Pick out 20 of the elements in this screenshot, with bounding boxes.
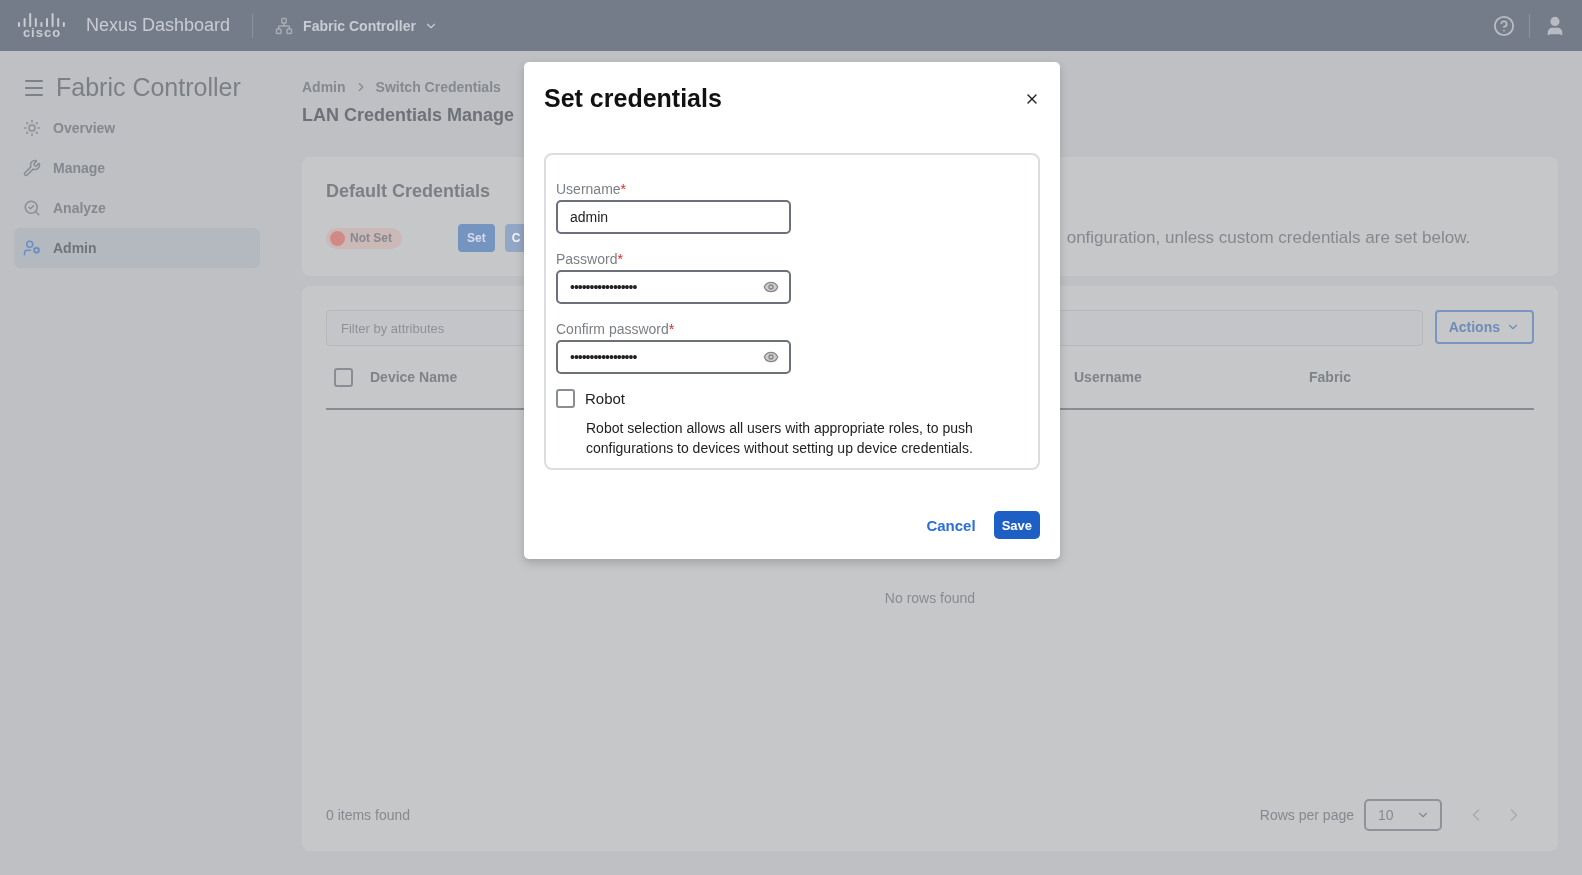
sidebar-title: Fabric Controller bbox=[56, 73, 241, 102]
credentials-description: onfiguration, unless custom credentials are set below. bbox=[1066, 228, 1471, 248]
column-header: Fabric bbox=[1309, 369, 1351, 385]
checkbox-label: Robot bbox=[585, 390, 626, 407]
column-header: Device Name bbox=[370, 369, 458, 385]
items-count: 0 items found bbox=[326, 807, 411, 823]
page-title: LAN Credentials Manage bbox=[302, 105, 516, 126]
column-header: Username bbox=[1074, 369, 1142, 385]
logo-text: cisco bbox=[22, 27, 62, 39]
field-label: Confirm password* bbox=[556, 321, 676, 337]
rows-per-page-label: Rows per page bbox=[1259, 807, 1354, 823]
product-name: Nexus Dashboard bbox=[86, 15, 231, 36]
status-badge: Not Set bbox=[326, 227, 402, 249]
field-label: Password* bbox=[556, 251, 624, 267]
card-title: Default Credentials bbox=[326, 181, 491, 202]
help-text: Robot selection allows all users with appropriate roles, to push configurations to devices without setting up device credentials. bbox=[586, 419, 974, 458]
field-label: Username* bbox=[556, 181, 628, 197]
breadcrumb-current: Switch Credentials bbox=[375, 79, 501, 95]
empty-message: No rows found bbox=[884, 590, 976, 608]
dialog-title: Set credentials bbox=[544, 84, 722, 113]
